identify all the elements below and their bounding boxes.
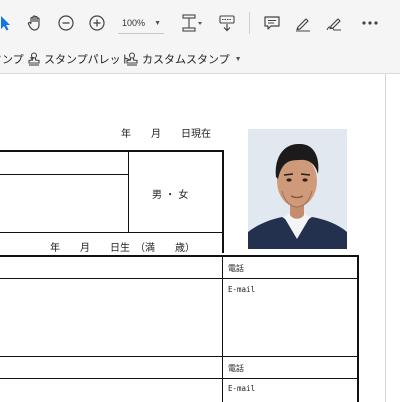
table-border (222, 150, 224, 253)
chevron-down-icon: ▼ (234, 55, 242, 63)
toolbar-divider (249, 12, 250, 34)
zoom-select[interactable]: 100% ▼ (118, 14, 164, 32)
page-fit-icon[interactable] (177, 10, 207, 36)
more-options-icon[interactable] (357, 10, 383, 36)
gender-field[interactable]: 男 ・ 女 (152, 186, 188, 201)
hand-tool-icon[interactable] (22, 10, 48, 36)
table-border (0, 150, 223, 152)
email-label: E-mail (228, 384, 256, 393)
stamp-palette-label: スタンプパレット (44, 54, 132, 66)
chevron-down-icon: ▼ (154, 19, 161, 27)
table-border (0, 255, 359, 257)
table-divider (0, 174, 128, 175)
highlight-pen-icon[interactable] (290, 10, 316, 36)
table-divider (0, 378, 358, 379)
page-edge (385, 74, 386, 402)
sign-icon[interactable] (321, 10, 347, 36)
phone-label: 電話 (228, 364, 244, 373)
table-divider (128, 151, 129, 232)
stamp-icon (126, 52, 138, 66)
stamp-toolbar: スタンプ ▼ スタンプパレット カスタムスタンプ ▼ (0, 46, 400, 74)
stamp-icon (28, 52, 40, 66)
custom-stamp-label: カスタムスタンプ (142, 54, 230, 66)
table-divider (0, 232, 223, 233)
main-toolbar: 100% ▼ (0, 0, 400, 47)
comment-icon[interactable] (259, 10, 285, 36)
zoom-value: 100% (122, 18, 146, 28)
table-divider (0, 356, 358, 357)
birth-date-field[interactable]: 年 月 日生 （満 歳） (50, 239, 195, 254)
stamp-palette-button[interactable]: スタンプパレット (27, 50, 132, 68)
table-divider (0, 278, 358, 279)
phone-label: 電話 (228, 264, 244, 273)
zoom-out-icon[interactable] (53, 10, 79, 36)
custom-stamp-dropdown[interactable]: カスタムスタンプ ▼ (125, 50, 242, 68)
zoom-in-icon[interactable] (84, 10, 110, 36)
scroll-mode-icon[interactable] (214, 10, 240, 36)
id-photo (248, 129, 347, 249)
date-header: 年 月 日現在 (121, 129, 211, 140)
email-label: E-mail (228, 285, 256, 294)
select-arrow-icon[interactable] (0, 10, 18, 36)
zoom-underline (118, 33, 164, 34)
stamp-label: スタンプ (0, 54, 24, 66)
